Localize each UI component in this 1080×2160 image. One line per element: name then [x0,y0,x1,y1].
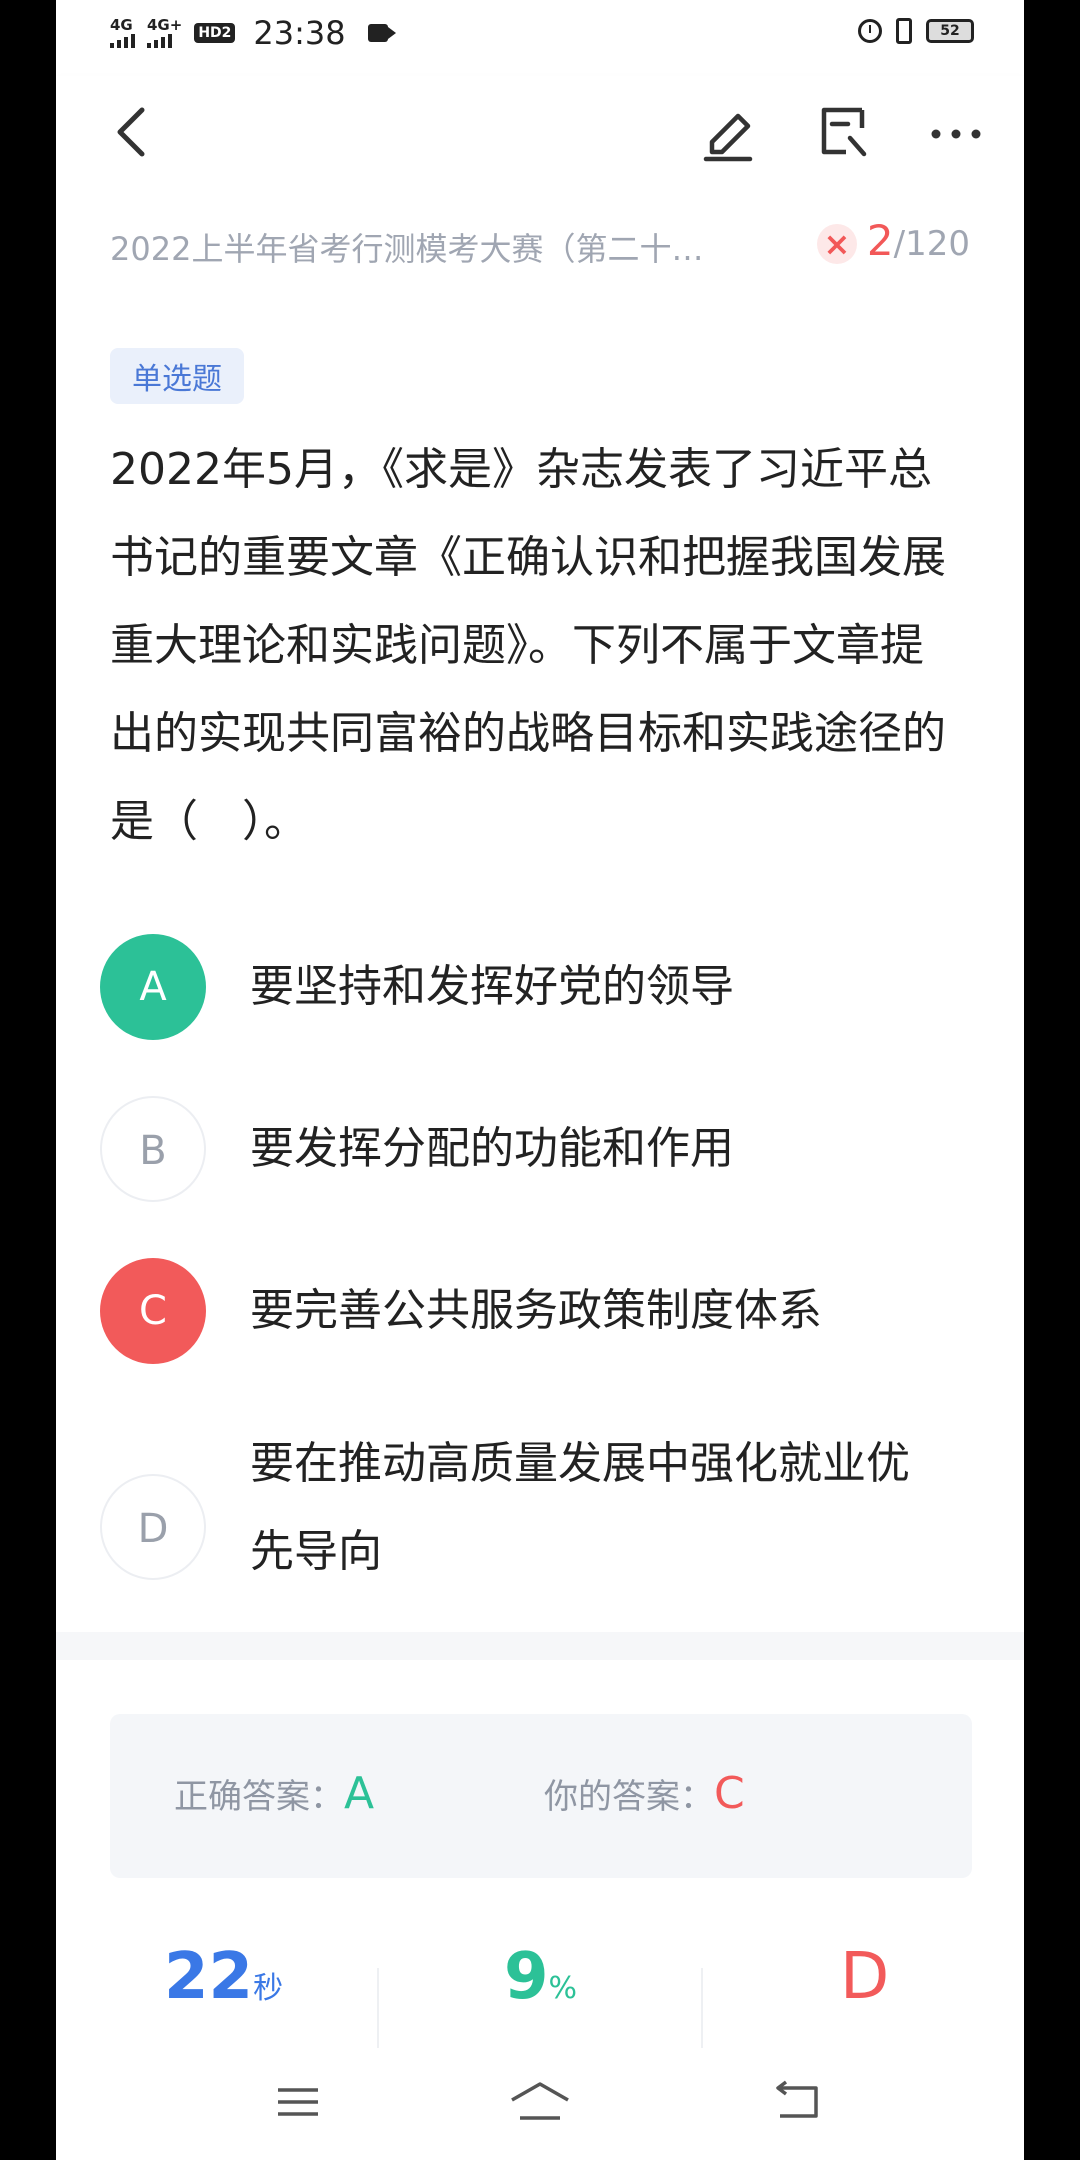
pencil-icon [703,113,753,162]
note-search-icon [821,107,867,157]
status-time: 23:38 [253,14,346,52]
phone-screen: 4G 4G+ HD2 23:38 52 2022上半年省考行测模考大赛（第二十…… [56,0,1024,2160]
option-text: 要完善公共服务政策制度体系 [250,1285,822,1336]
exam-title: 2022上半年省考行测模考大赛（第二十… [110,230,704,268]
home-button[interactable] [508,2078,572,2130]
correct-answer: 正确答案：A [174,1768,375,1819]
question-type-badge: 单选题 [110,348,244,404]
option-letter: B [100,1096,206,1202]
common-wrong-option: D [840,1940,890,2014]
total-number: /120 [893,224,970,264]
option-letter: C [100,1258,206,1364]
signal-icon: 4G [110,18,135,48]
question-card: 单选题 2022年5月，《求是》杂志发表了习近平总书记的重要文章《正确认识和把握… [56,296,1024,1632]
signal-icon: 4G+ [147,18,182,48]
menu-icon [278,2088,318,2116]
chevron-left-icon [117,107,145,157]
edit-button[interactable] [700,102,756,162]
divider [701,1968,703,2048]
option-letter: D [100,1474,206,1580]
back-nav-button[interactable] [770,2078,822,2130]
hd-icon: HD2 [194,23,236,43]
answer-box: 正确答案：A 你的答案：C [110,1714,972,1878]
time-spent: 22秒 [164,1940,284,2014]
battery-icon: 52 [926,19,974,43]
system-nav-bar [56,2060,1024,2160]
option-text: 要发挥分配的功能和作用 [250,1123,734,1174]
note-button[interactable] [816,102,872,162]
status-bar: 4G 4G+ HD2 23:38 52 [56,0,1024,76]
menu-button[interactable] [274,2078,322,2130]
back-button[interactable] [106,102,156,162]
your-answer: 你的答案：C [544,1768,745,1819]
home-icon [511,2082,569,2120]
vibrate-icon [896,18,912,44]
option-text: 要坚持和发挥好党的领导 [250,961,734,1012]
top-nav: 2022上半年省考行测模考大赛（第二十… × 2/120 [56,76,1024,296]
divider [377,1968,379,2048]
more-button[interactable] [928,102,984,162]
answer-stats: 22秒 9% D [56,1940,1024,2050]
return-icon [776,2080,818,2118]
more-dots-icon [931,129,981,139]
option-letter: A [100,934,206,1040]
option-text: 要在推动高质量发展中强化就业优先导向 [250,1438,910,1577]
wrong-mark-icon: × [816,224,857,264]
alarm-icon [858,19,882,43]
question-stem: 2022年5月，《求是》杂志发表了习近平总书记的重要文章《正确认识和把握我国发展… [110,444,946,847]
video-record-icon [367,24,396,42]
question-counter[interactable]: × 2/120 [816,216,970,265]
current-number: 2 [866,216,894,265]
correct-rate: 9% [504,1940,578,2014]
